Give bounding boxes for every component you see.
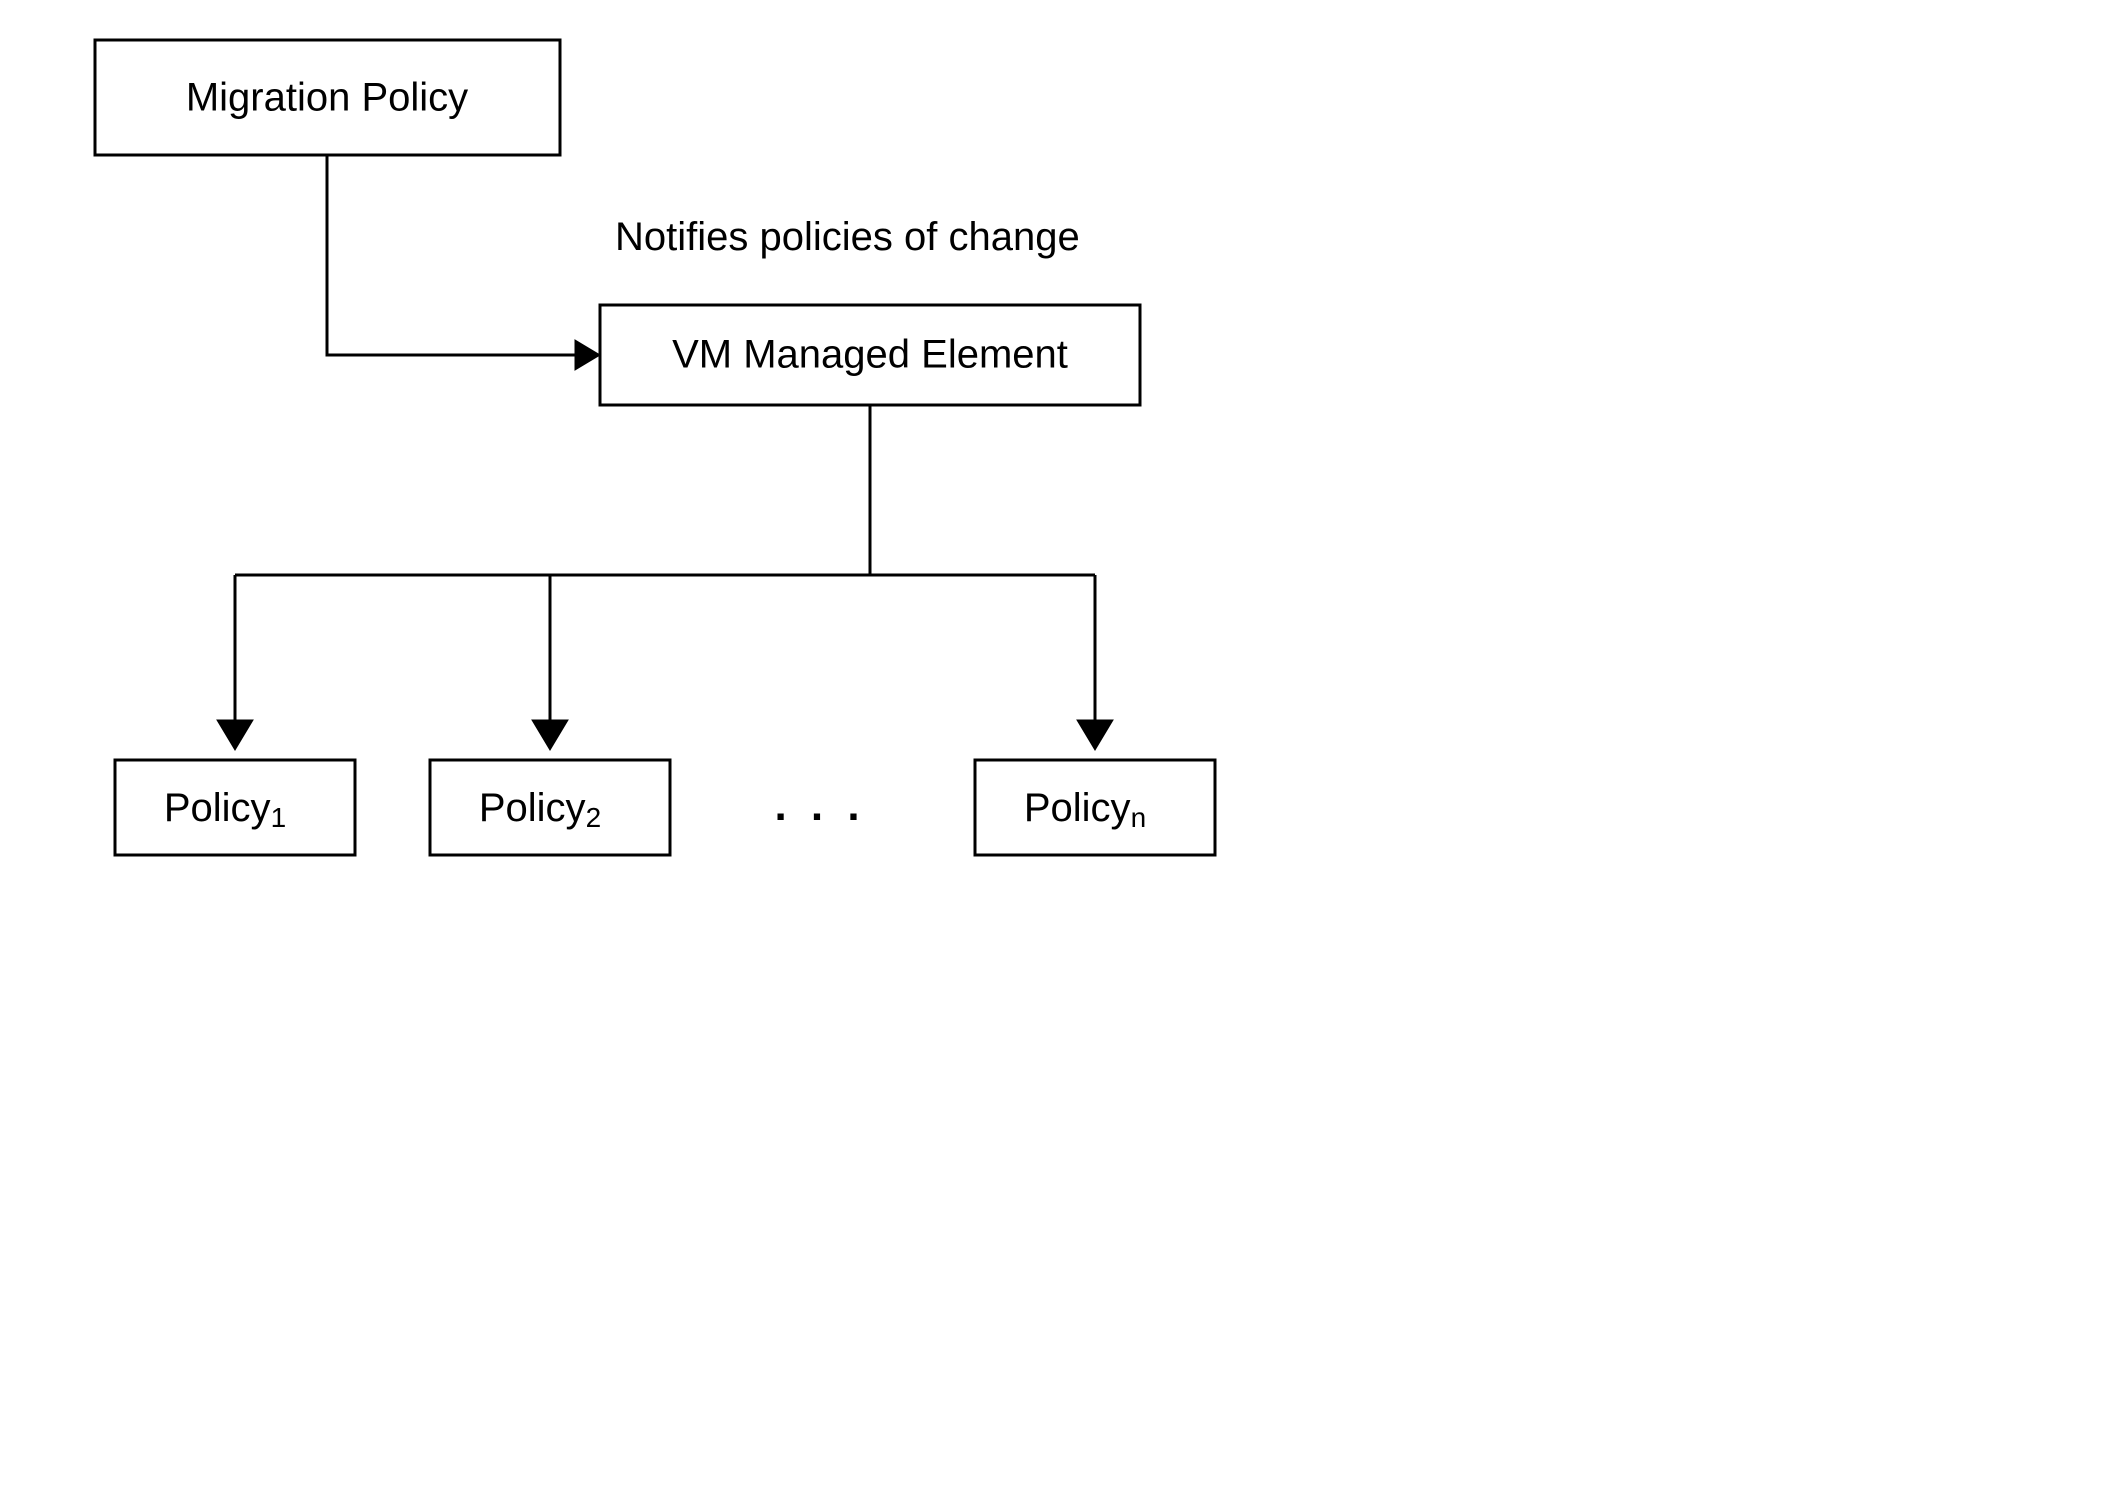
diagram-canvas: Migration Policy Notifies policies of ch…	[0, 0, 2102, 1507]
arrowhead-migration-to-vm	[575, 340, 600, 370]
policy-1-label: Policy1	[164, 786, 286, 834]
policy-n-label: Policyn	[1024, 786, 1146, 834]
arrowhead-to-policy-2	[532, 720, 568, 750]
ellipsis-label: . . .	[774, 781, 865, 830]
vm-managed-element-label: VM Managed Element	[672, 333, 1068, 377]
arrowhead-to-policy-n	[1077, 720, 1113, 750]
arrowhead-to-policy-1	[217, 720, 253, 750]
policy-2-label: Policy2	[479, 786, 601, 834]
connector-migration-to-vm	[327, 155, 575, 355]
notifies-label: Notifies policies of change	[615, 215, 1080, 259]
migration-policy-label: Migration Policy	[186, 76, 468, 120]
